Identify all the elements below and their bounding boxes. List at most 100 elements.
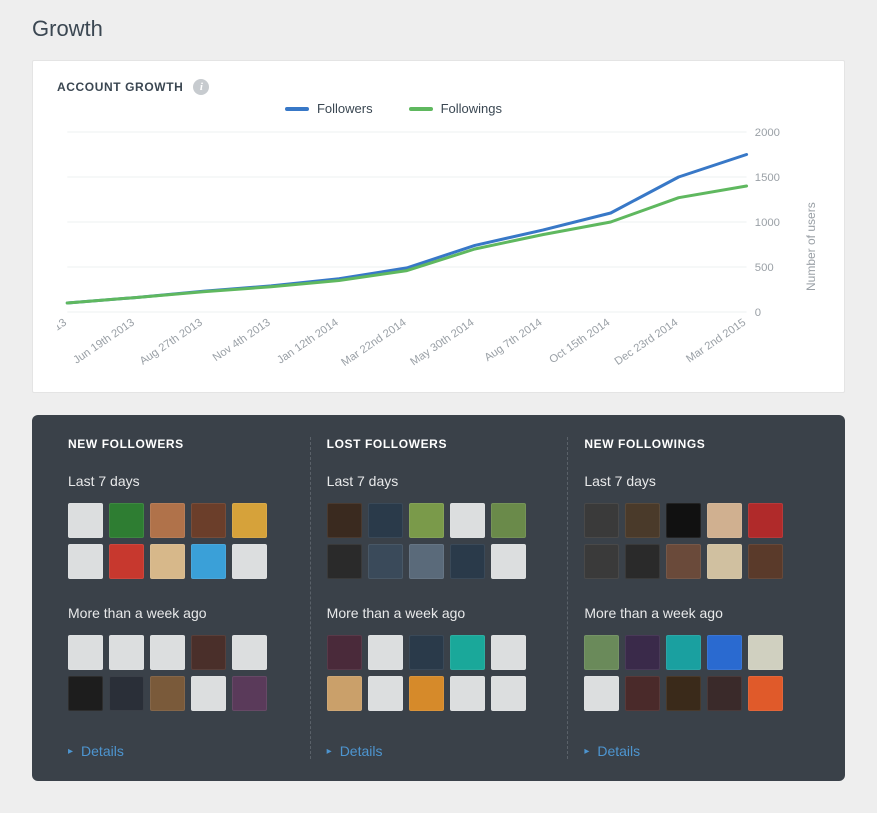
avatar[interactable] xyxy=(625,503,660,538)
avatar[interactable] xyxy=(327,676,362,711)
avatar[interactable] xyxy=(707,676,742,711)
avatar-grid-recent xyxy=(68,503,294,579)
avatar[interactable] xyxy=(666,676,701,711)
avatar[interactable] xyxy=(707,503,742,538)
avatar[interactable] xyxy=(450,676,485,711)
info-icon[interactable]: i xyxy=(193,79,209,95)
avatar[interactable] xyxy=(68,544,103,579)
avatar[interactable] xyxy=(748,544,783,579)
avatar[interactable] xyxy=(232,635,267,670)
avatar[interactable] xyxy=(666,635,701,670)
legend-label-followings: Followings xyxy=(441,101,502,116)
svg-text:..th 2013: ..th 2013 xyxy=(57,317,69,351)
avatar[interactable] xyxy=(368,635,403,670)
avatar[interactable] xyxy=(109,544,144,579)
avatar[interactable] xyxy=(191,544,226,579)
caret-right-icon: ▸ xyxy=(68,746,73,757)
chart-title: ACCOUNT GROWTH xyxy=(57,80,183,94)
svg-text:May 30th 2014: May 30th 2014 xyxy=(408,317,476,368)
avatar[interactable] xyxy=(491,635,526,670)
col-new-followers: NEW FOLLOWERS Last 7 days More than a we… xyxy=(52,437,310,759)
avatar[interactable] xyxy=(450,544,485,579)
details-link[interactable]: ▸ Details xyxy=(68,743,124,759)
avatar[interactable] xyxy=(491,676,526,711)
avatar[interactable] xyxy=(327,635,362,670)
avatar[interactable] xyxy=(191,676,226,711)
avatar[interactable] xyxy=(191,503,226,538)
y-axis-label: Number of users xyxy=(802,122,820,372)
avatar[interactable] xyxy=(109,676,144,711)
avatar[interactable] xyxy=(584,544,619,579)
avatar[interactable] xyxy=(666,503,701,538)
avatar[interactable] xyxy=(150,676,185,711)
avatar[interactable] xyxy=(450,503,485,538)
details-link[interactable]: ▸ Details xyxy=(327,743,383,759)
avatar[interactable] xyxy=(232,503,267,538)
avatar[interactable] xyxy=(368,676,403,711)
avatar[interactable] xyxy=(68,635,103,670)
avatar[interactable] xyxy=(150,635,185,670)
avatar[interactable] xyxy=(368,503,403,538)
legend-label-followers: Followers xyxy=(317,101,373,116)
avatar[interactable] xyxy=(584,676,619,711)
svg-text:500: 500 xyxy=(755,262,774,274)
avatar-grid-recent xyxy=(327,503,552,579)
period-label-recent: Last 7 days xyxy=(68,473,294,489)
avatar[interactable] xyxy=(748,635,783,670)
avatar-grid-recent xyxy=(584,503,809,579)
avatar[interactable] xyxy=(748,503,783,538)
svg-text:Nov 4th 2013: Nov 4th 2013 xyxy=(211,317,273,364)
svg-text:Jan 12th 2014: Jan 12th 2014 xyxy=(275,317,341,367)
avatar[interactable] xyxy=(68,676,103,711)
avatar[interactable] xyxy=(584,635,619,670)
details-label: Details xyxy=(597,743,640,759)
avatar[interactable] xyxy=(491,503,526,538)
avatar[interactable] xyxy=(707,635,742,670)
avatar[interactable] xyxy=(150,503,185,538)
legend-swatch-followers xyxy=(285,107,309,111)
avatar[interactable] xyxy=(368,544,403,579)
avatar[interactable] xyxy=(409,635,444,670)
period-label-recent: Last 7 days xyxy=(327,473,552,489)
details-link[interactable]: ▸ Details xyxy=(584,743,640,759)
avatar[interactable] xyxy=(625,635,660,670)
avatar[interactable] xyxy=(232,676,267,711)
avatar[interactable] xyxy=(748,676,783,711)
svg-text:Mar 2nd 2015: Mar 2nd 2015 xyxy=(684,317,748,366)
avatar[interactable] xyxy=(450,635,485,670)
avatar[interactable] xyxy=(327,544,362,579)
svg-text:Mar 22nd 2014: Mar 22nd 2014 xyxy=(339,317,408,369)
avatar[interactable] xyxy=(232,544,267,579)
avatar[interactable] xyxy=(409,503,444,538)
avatar[interactable] xyxy=(625,544,660,579)
legend-item-followings[interactable]: Followings xyxy=(409,101,502,116)
avatar[interactable] xyxy=(150,544,185,579)
avatar[interactable] xyxy=(666,544,701,579)
caret-right-icon: ▸ xyxy=(327,746,332,757)
avatar[interactable] xyxy=(707,544,742,579)
col-title: LOST FOLLOWERS xyxy=(327,437,552,451)
col-new-followings: NEW FOLLOWINGS Last 7 days More than a w… xyxy=(567,437,825,759)
avatar[interactable] xyxy=(409,676,444,711)
avatar[interactable] xyxy=(68,503,103,538)
avatar[interactable] xyxy=(109,635,144,670)
chart-legend: Followers Followings xyxy=(57,101,730,116)
svg-text:Jun 19th 2013: Jun 19th 2013 xyxy=(71,317,137,367)
chart-plot-area: 0500100015002000..th 2013Jun 19th 2013Au… xyxy=(57,122,798,372)
avatar[interactable] xyxy=(409,544,444,579)
avatar[interactable] xyxy=(584,503,619,538)
avatar[interactable] xyxy=(191,635,226,670)
legend-swatch-followings xyxy=(409,107,433,111)
avatar[interactable] xyxy=(491,544,526,579)
col-title: NEW FOLLOWINGS xyxy=(584,437,809,451)
svg-text:2000: 2000 xyxy=(755,127,780,139)
caret-right-icon: ▸ xyxy=(584,746,589,757)
svg-text:0: 0 xyxy=(755,307,761,319)
legend-item-followers[interactable]: Followers xyxy=(285,101,373,116)
svg-text:1000: 1000 xyxy=(755,217,780,229)
avatar[interactable] xyxy=(625,676,660,711)
avatar[interactable] xyxy=(327,503,362,538)
avatar[interactable] xyxy=(109,503,144,538)
col-title: NEW FOLLOWERS xyxy=(68,437,294,451)
period-label-older: More than a week ago xyxy=(584,605,809,621)
